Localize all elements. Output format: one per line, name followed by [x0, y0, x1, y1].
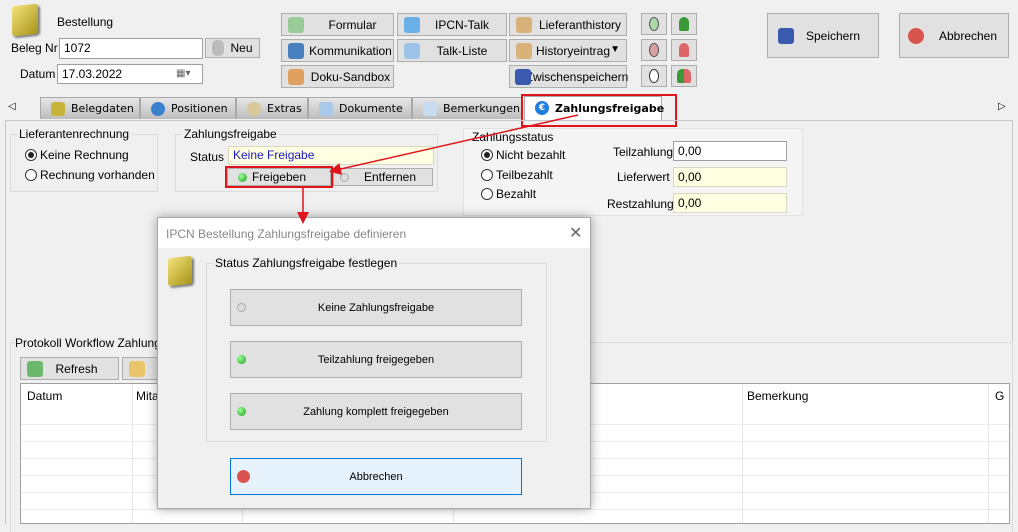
arrow-tab-to-freigeben [329, 114, 579, 175]
annotation-arrows [297, 114, 579, 224]
